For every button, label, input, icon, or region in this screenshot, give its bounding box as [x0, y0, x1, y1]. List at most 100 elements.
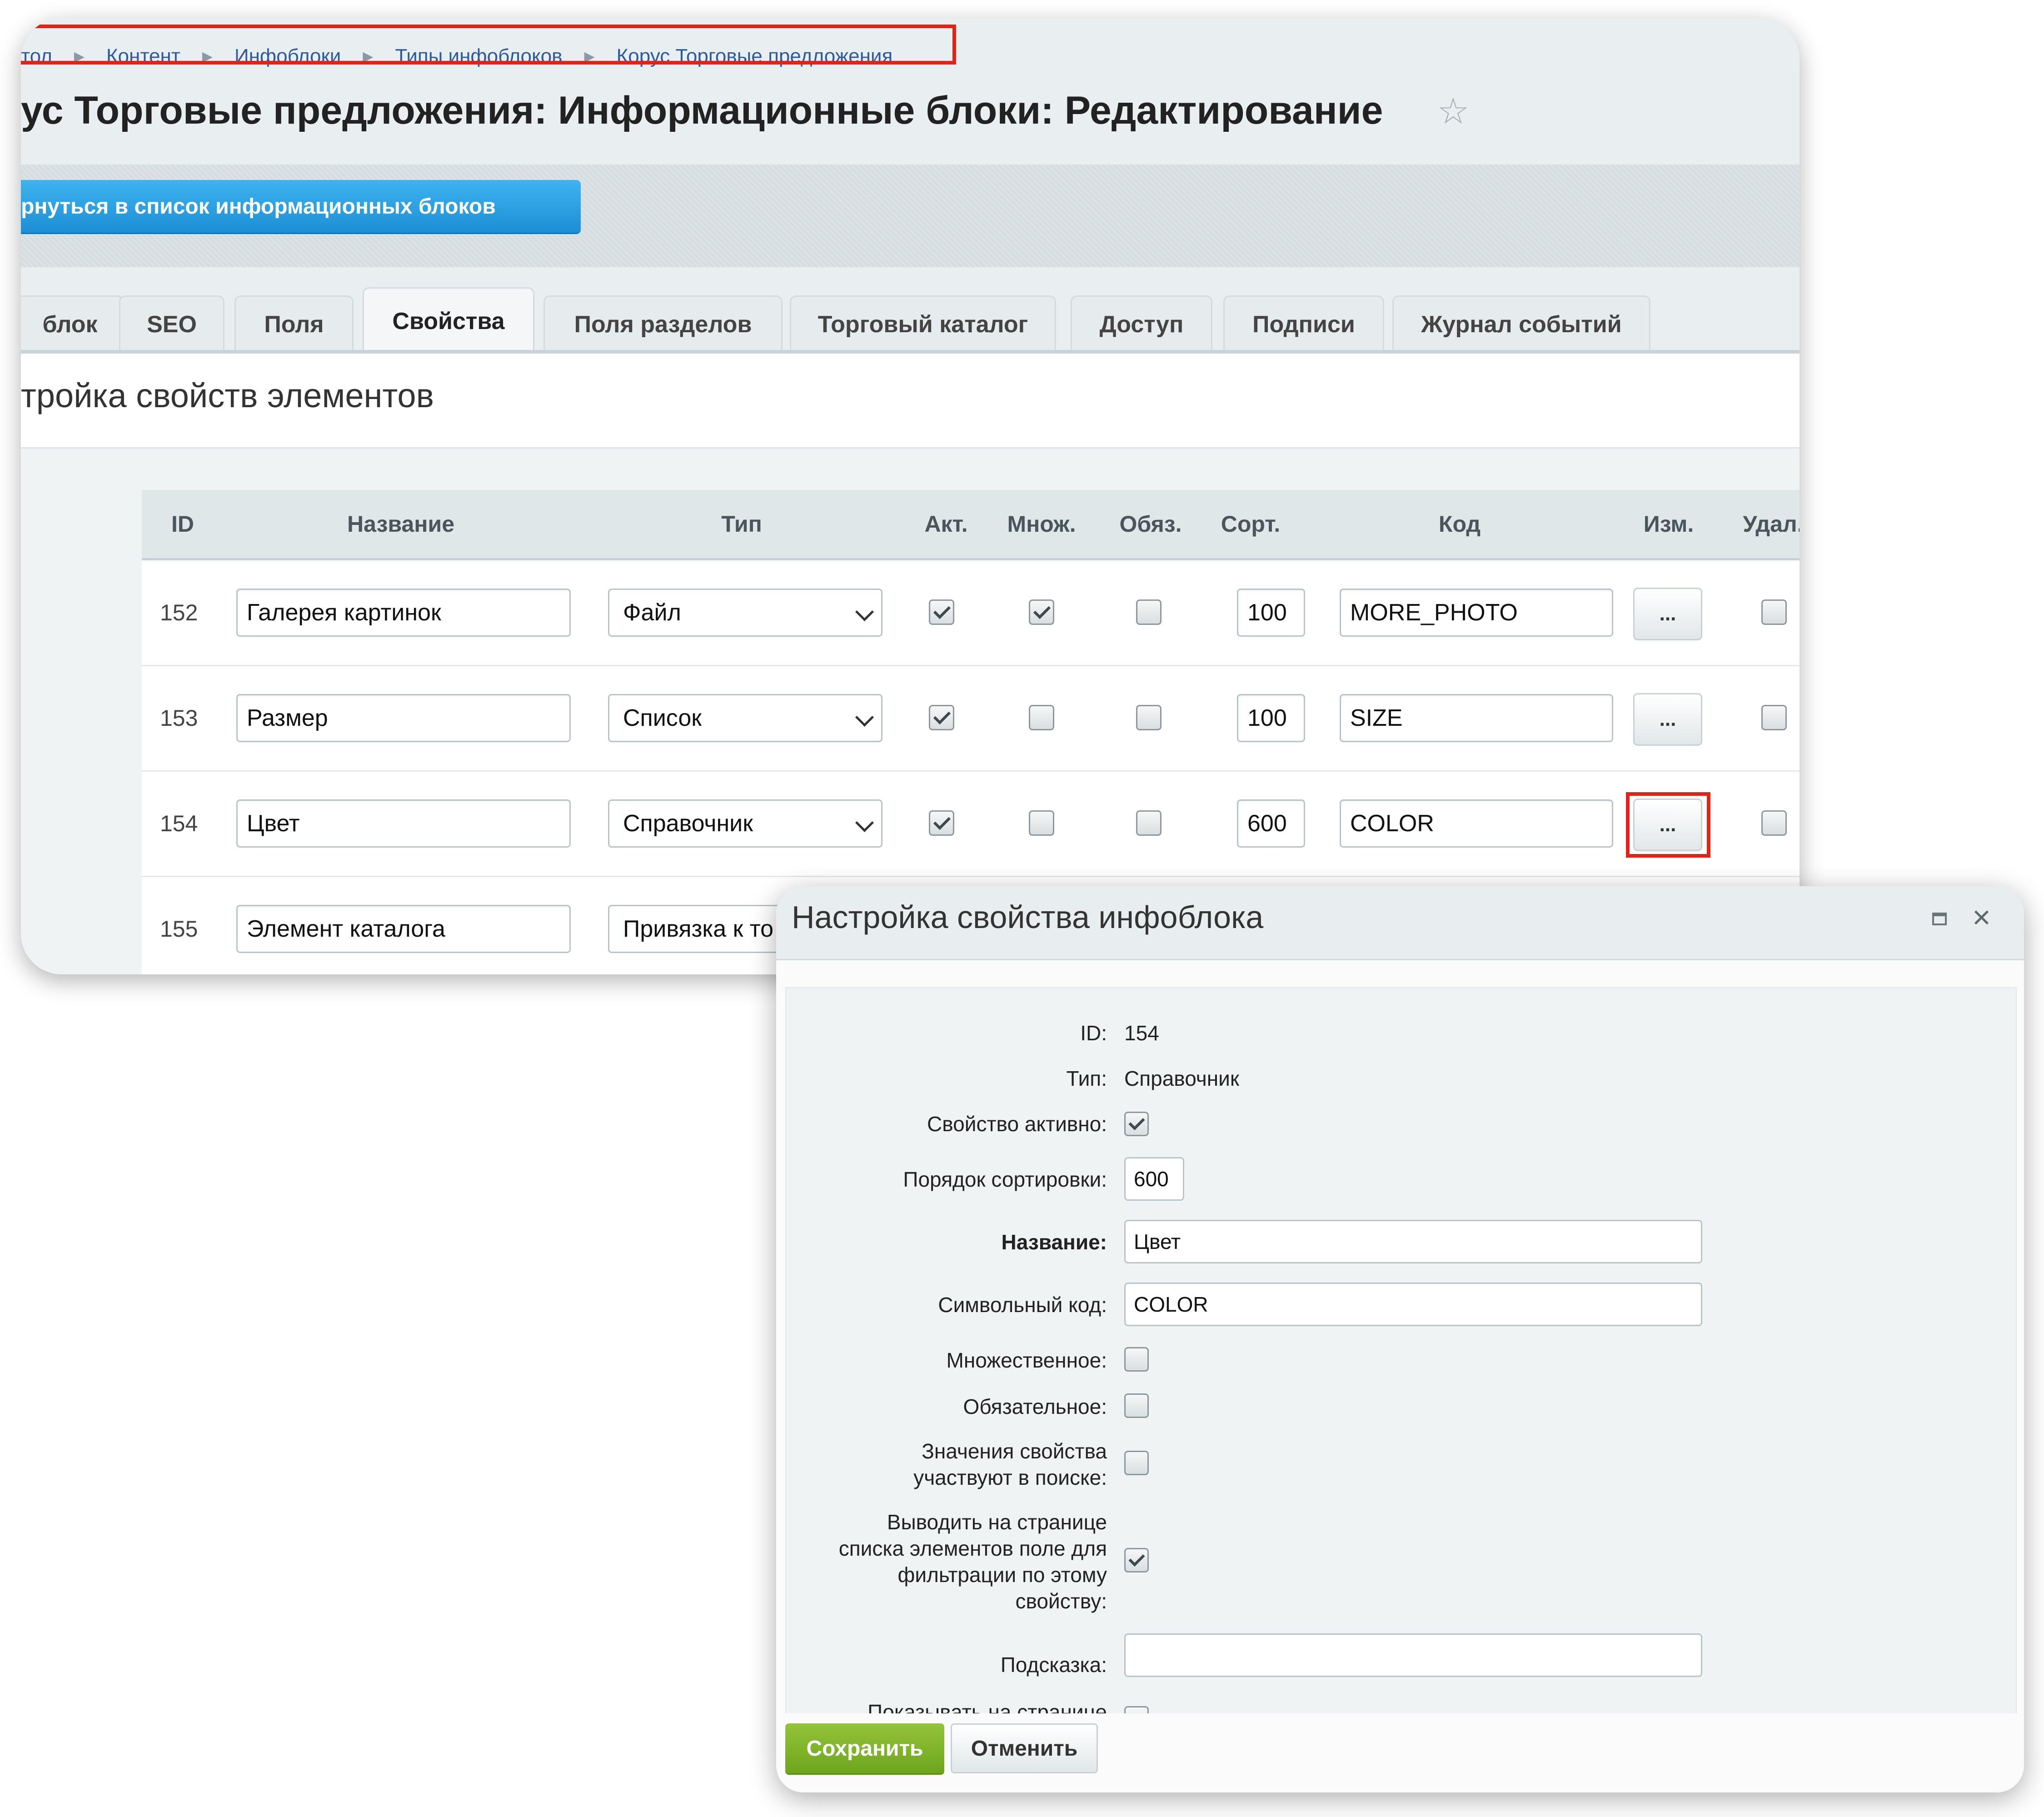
row-id: 154 [160, 811, 198, 836]
col-header-type: Тип [721, 511, 762, 537]
col-header-name: Название [347, 511, 454, 537]
property-name-input[interactable]: Элемент каталога [236, 905, 571, 953]
page-title: ус Торговые предложения: Информационные … [21, 89, 1383, 132]
delete-checkbox[interactable] [1761, 599, 1787, 625]
active-checkbox[interactable] [929, 810, 954, 836]
filter-label-line4: свойству: [1015, 1589, 1107, 1613]
property-type-select[interactable]: Справочник [608, 799, 882, 848]
name-label: Название: [1001, 1230, 1107, 1254]
section-header: тройка свойств элементов [21, 354, 1800, 449]
tab-seo[interactable]: SEO [119, 295, 224, 352]
code-input[interactable]: SIZE [1340, 694, 1613, 742]
required-checkbox[interactable] [1136, 599, 1162, 625]
tab-fields[interactable]: Поля [234, 295, 354, 352]
code-input[interactable]: COLOR [1124, 1283, 1702, 1326]
tab-event-log[interactable]: Журнал событий [1392, 295, 1650, 352]
dialog-footer: Сохранить Отменить [776, 1713, 2024, 1792]
sort-input[interactable]: 100 [1237, 589, 1305, 637]
code-input[interactable]: MORE_PHOTO [1340, 589, 1613, 637]
multiple-checkbox[interactable] [1029, 599, 1054, 625]
delete-checkbox[interactable] [1761, 810, 1787, 836]
tab-iblock[interactable]: блок [21, 295, 124, 352]
active-checkbox[interactable] [929, 705, 954, 730]
active-checkbox[interactable] [1124, 1112, 1149, 1136]
search-checkbox[interactable] [1124, 1451, 1149, 1475]
edit-property-button[interactable]: ... [1633, 693, 1702, 746]
save-button[interactable]: Сохранить [785, 1723, 944, 1773]
property-type-value: Файл [623, 599, 681, 626]
property-type-value: Справочник [623, 810, 753, 837]
chevron-down-icon [855, 708, 874, 727]
multiple-checkbox[interactable] [1029, 705, 1054, 730]
property-name-input[interactable]: Размер [236, 694, 571, 742]
property-type-select[interactable]: Файл [608, 589, 882, 637]
table-header: ID Название Тип Акт. Множ. Обяз. Сорт. К… [142, 490, 1800, 560]
property-type-select[interactable]: Список [608, 694, 882, 742]
delete-checkbox[interactable] [1761, 705, 1787, 730]
edit-button-highlight-frame [1626, 792, 1710, 858]
property-type-value: Привязка к то [623, 916, 773, 942]
dialog-body: ID: 154 Тип: Справочник Свойство активно… [785, 987, 2017, 1715]
hint-input[interactable] [1124, 1633, 1702, 1677]
filter-label-line1: Выводить на странице [887, 1510, 1107, 1534]
edit-property-button[interactable]: ... [1633, 588, 1702, 640]
tab-divider [21, 350, 1800, 354]
required-checkbox[interactable] [1136, 705, 1162, 730]
sort-input[interactable]: 600 [1237, 799, 1305, 848]
close-icon[interactable]: × [1972, 899, 1991, 935]
search-label-line1: Значения свойства [922, 1439, 1107, 1463]
col-header-multiple: Множ. [1007, 511, 1076, 537]
properties-panel: тройка свойств элементов ID Название Тип… [21, 354, 1800, 974]
search-label-line2: участвуют в поиске: [913, 1466, 1107, 1489]
tab-bar: блок SEO Поля Свойства Поля разделов Тор… [21, 267, 1800, 354]
tab-section-fields[interactable]: Поля разделов [543, 295, 783, 352]
col-header-code: Код [1438, 511, 1481, 537]
required-label: Обязательное: [963, 1395, 1107, 1418]
filter-checkbox[interactable] [1124, 1548, 1149, 1572]
dialog-title: Настройка свойства инфоблока [792, 899, 1264, 935]
sort-input[interactable]: 600 [1124, 1157, 1184, 1201]
col-header-required: Обяз. [1119, 511, 1182, 537]
col-header-delete: Удал. [1743, 511, 1800, 537]
chevron-down-icon [855, 602, 874, 622]
row-id: 155 [160, 916, 198, 942]
tab-captions[interactable]: Подписи [1223, 295, 1384, 352]
type-label: Тип: [1066, 1067, 1107, 1090]
tab-properties[interactable]: Свойства [363, 287, 534, 354]
property-type-value: Список [623, 705, 702, 731]
multiple-checkbox[interactable] [1029, 810, 1054, 836]
property-settings-dialog: Настройка свойства инфоблока × ID: 154 Т… [776, 886, 2024, 1792]
breadcrumb-highlight-frame [21, 25, 956, 65]
maximize-icon[interactable] [1932, 913, 1947, 925]
main-window: тол ▶ Контент ▶ Инфоблоки ▶ Типы инфобло… [21, 18, 1800, 974]
section-title: тройка свойств элементов [21, 377, 434, 414]
table-row: 152 Галерея картинок Файл 100 MORE_PHOTO… [142, 560, 1800, 666]
chevron-down-icon [855, 813, 874, 833]
col-header-edit: Изм. [1643, 511, 1694, 537]
filter-label-line2: списка элементов поле для [838, 1537, 1107, 1560]
row-id: 152 [160, 600, 198, 625]
required-checkbox[interactable] [1124, 1393, 1149, 1418]
multiple-label: Множественное: [946, 1348, 1107, 1372]
back-to-list-button[interactable]: рнуться в список информационных блоков [21, 180, 581, 233]
id-value: 154 [1124, 1021, 1159, 1045]
cancel-button[interactable]: Отменить [951, 1723, 1098, 1773]
sort-input[interactable]: 100 [1237, 694, 1305, 742]
multiple-checkbox[interactable] [1124, 1347, 1149, 1372]
tab-access[interactable]: Доступ [1071, 295, 1212, 352]
active-checkbox[interactable] [929, 599, 954, 625]
property-name-input[interactable]: Галерея картинок [236, 589, 571, 637]
star-icon[interactable]: ☆ [1437, 90, 1470, 132]
hint-label: Подсказка: [1000, 1653, 1107, 1677]
col-header-sort: Сорт. [1221, 511, 1281, 537]
property-name-input[interactable]: Цвет [236, 799, 571, 848]
col-header-id: ID [171, 511, 194, 537]
show-on-page-label: Показывать на странице [867, 1700, 1107, 1715]
filter-label-line3: фильтрации по этому [897, 1563, 1107, 1587]
required-checkbox[interactable] [1136, 810, 1162, 836]
tab-trade-catalog[interactable]: Торговый каталог [790, 295, 1056, 352]
code-input[interactable]: COLOR [1340, 799, 1613, 848]
row-id: 153 [160, 705, 198, 731]
name-input[interactable]: Цвет [1124, 1220, 1702, 1263]
col-header-active: Акт. [924, 511, 968, 537]
